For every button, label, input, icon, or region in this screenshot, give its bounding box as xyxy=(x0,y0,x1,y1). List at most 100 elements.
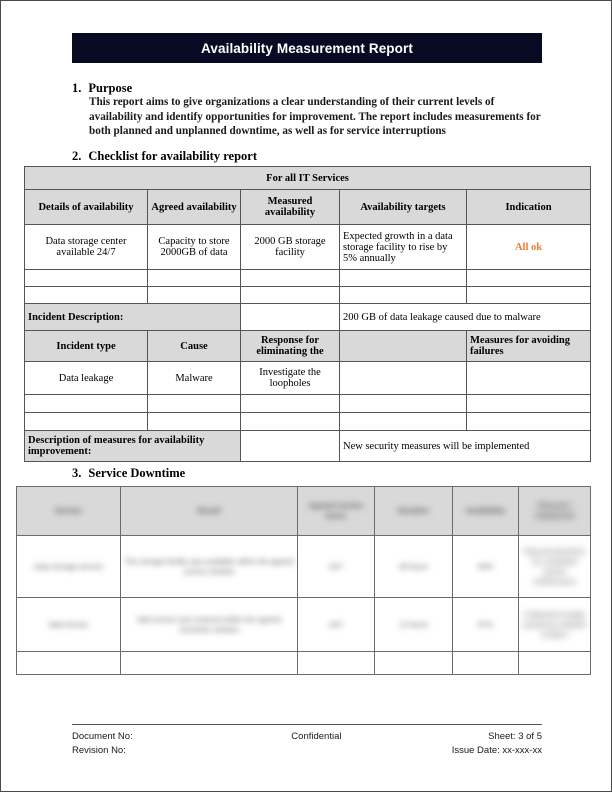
cell-measures-1 xyxy=(465,394,592,413)
table-row xyxy=(24,412,592,431)
cell-duration-1: 12 hours xyxy=(374,597,453,652)
section-title-checklist: Checklist for availability report xyxy=(88,149,257,163)
col-header-measured: Measured availability xyxy=(240,189,340,225)
cell-measures-2 xyxy=(465,412,592,431)
table-row: Data leakage Malware Investigate the loo… xyxy=(24,361,592,395)
cell-measured-0: 2000 GB storage facility xyxy=(240,224,340,270)
col-header-measures: Measures for avoiding failures xyxy=(465,330,592,362)
cell-agreed-hours-1: 24/7 xyxy=(297,597,375,652)
table-row: Data storage center available 24/7 Capac… xyxy=(24,224,592,270)
cell-targets-0: Expected growth in a data storage facili… xyxy=(339,224,467,270)
cell-agreed-1 xyxy=(147,269,241,287)
cell-planned-0: Planned downtime for scheduled system ma… xyxy=(518,535,591,598)
col-header-planned: Planned / Unplanned xyxy=(518,486,591,536)
table-row: Mail service Mail service was restored w… xyxy=(16,597,591,652)
cell-measured-2 xyxy=(240,286,340,304)
footer-divider xyxy=(72,724,542,725)
report-title-banner: Availability Measurement Report xyxy=(72,33,542,63)
cell-incident-blank-0 xyxy=(339,361,467,395)
col-header-details: Details of availability xyxy=(24,189,148,225)
redacted-text: Result xyxy=(197,506,221,515)
service-downtime-table: Service Result Agreed service hours Dura… xyxy=(16,486,591,675)
section-heading-purpose: 1. Purpose xyxy=(72,81,132,96)
col-header-duration: Duration xyxy=(374,486,453,536)
cell-targets-1 xyxy=(339,269,467,287)
footer-document-no: Document No: xyxy=(72,731,133,742)
col-header-agreed: Agreed availability xyxy=(147,189,241,225)
cell-incident-blank-1 xyxy=(339,394,467,413)
section-heading-downtime: 3. Service Downtime xyxy=(72,466,185,481)
footer-revision-no: Revision No: xyxy=(72,745,126,756)
cell-agreed-0: Capacity to store 2000GB of data xyxy=(147,224,241,270)
improvement-spacer xyxy=(240,430,340,462)
cell-agreed-2 xyxy=(147,286,241,304)
cell-result-2 xyxy=(120,651,298,675)
section-number-checklist: 2. xyxy=(72,149,82,163)
cell-service-1: Mail service xyxy=(16,597,121,652)
improvement-label: Description of measures for availability… xyxy=(24,430,241,462)
cell-cause-2 xyxy=(147,412,241,431)
redacted-text: The storage facility was available withi… xyxy=(124,556,294,576)
table-row xyxy=(24,286,592,304)
redacted-text: 24/7 xyxy=(328,561,344,571)
cell-details-1 xyxy=(24,269,148,287)
section-title-purpose: Purpose xyxy=(88,81,133,95)
redacted-text: Availability xyxy=(465,506,506,515)
redacted-text: 99% xyxy=(477,561,493,571)
redacted-text: Mail service xyxy=(48,619,89,629)
incident-description-spacer xyxy=(240,303,340,331)
cell-incident-type-1 xyxy=(24,394,148,413)
redacted-text: 12 hours xyxy=(398,619,429,629)
document-page: Availability Measurement Report 1. Purpos… xyxy=(0,0,612,792)
purpose-paragraph: This report aims to give organizations a… xyxy=(89,96,541,138)
table-row xyxy=(24,394,592,413)
col-header-incident-blank xyxy=(339,330,467,362)
cell-details-0: Data storage center available 24/7 xyxy=(24,224,148,270)
cell-agreed-hours-0: 24/7 xyxy=(297,535,375,598)
cell-service-2 xyxy=(16,651,121,675)
col-header-result: Result xyxy=(120,486,298,536)
cell-availability-2 xyxy=(452,651,519,675)
cell-indication-0: All ok xyxy=(465,224,592,270)
cell-response-0: Investigate the loopholes xyxy=(240,361,340,395)
table-row-header: Service Result Agreed service hours Dura… xyxy=(16,486,591,536)
col-header-cause: Cause xyxy=(147,330,241,362)
redacted-text: Agreed service hours xyxy=(309,501,363,520)
redacted-text: 24/7 xyxy=(328,619,344,629)
improvement-value: New security measures will be implemente… xyxy=(338,430,592,462)
page-footer: Document No: Confidential Sheet: 3 of 5 … xyxy=(72,730,542,758)
col-header-service: Service xyxy=(16,486,121,536)
cell-duration-2 xyxy=(374,651,453,675)
cell-indication-2 xyxy=(465,286,592,304)
col-header-availability: Availability xyxy=(452,486,519,536)
cell-cause-1 xyxy=(147,394,241,413)
incident-description-label: Incident Description: xyxy=(24,303,241,331)
col-header-response: Response for eliminating the xyxy=(240,330,340,362)
incident-description-value: 200 GB of data leakage caused due to mal… xyxy=(338,303,592,331)
cell-incident-type-2 xyxy=(24,412,148,431)
cell-incident-blank-2 xyxy=(339,412,467,431)
footer-sheet-number: Sheet: 3 of 5 xyxy=(488,731,542,742)
table-row-incident-description: Incident Description: 200 GB of data lea… xyxy=(24,303,592,331)
redacted-text: Unplanned outage caused by malware incid… xyxy=(522,609,587,639)
section-number-downtime: 3. xyxy=(72,466,82,480)
col-header-incident-type: Incident type xyxy=(24,330,148,362)
cell-measures-0 xyxy=(465,361,592,395)
cell-measured-1 xyxy=(240,269,340,287)
cell-duration-0: 48 hours xyxy=(374,535,453,598)
cell-result-0: The storage facility was available withi… xyxy=(120,535,298,598)
col-header-targets: Availability targets xyxy=(339,189,467,225)
cell-response-2 xyxy=(240,412,340,431)
cell-availability-1: 97% xyxy=(452,597,519,652)
redacted-text: Mail service was restored within the agr… xyxy=(137,614,281,634)
cell-targets-2 xyxy=(339,286,467,304)
footer-row-top: Document No: Confidential Sheet: 3 of 5 xyxy=(72,730,542,744)
cell-details-2 xyxy=(24,286,148,304)
footer-confidential: Confidential xyxy=(291,731,342,742)
cell-cause-0: Malware xyxy=(147,361,241,395)
table-row-banner: For all IT Services xyxy=(23,166,592,190)
col-header-agreed-hours: Agreed service hours xyxy=(297,486,375,536)
section-heading-checklist: 2. Checklist for availability report xyxy=(72,149,257,164)
checklist-table: For all IT Services Details of availabil… xyxy=(23,166,592,462)
footer-issue-date: Issue Date: xx-xxx-xx xyxy=(451,745,542,756)
